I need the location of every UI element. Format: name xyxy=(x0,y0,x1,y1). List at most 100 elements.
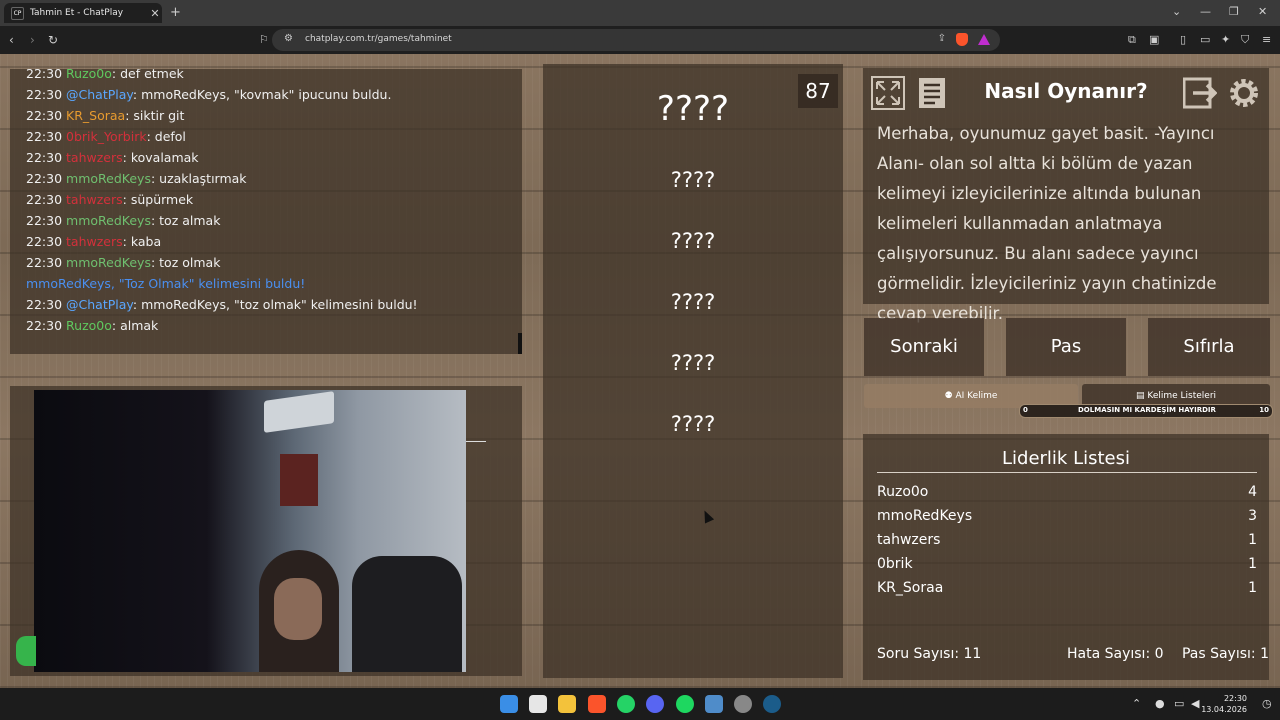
gaming-chair xyxy=(352,556,462,672)
chat-line: 22:30 mmoRedKeys: toz olmak xyxy=(26,255,221,270)
file-explorer-icon[interactable] xyxy=(558,695,576,713)
brave-rewards-icon[interactable] xyxy=(978,34,990,45)
bookmark-icon[interactable]: ⚐ xyxy=(259,33,269,46)
taskbar: ⌃ ● ▭ ◀ 22:30 13.04.2026 ◷ xyxy=(0,688,1280,720)
chat-system-message: mmoRedKeys, "Toz Olmak" kelimesini buldu… xyxy=(26,276,306,291)
chat-line: 22:30 @ChatPlay: mmoRedKeys, "kovmak" ipu… xyxy=(26,87,392,102)
chat-username: tahwzers xyxy=(66,150,123,165)
next-button[interactable]: Sonraki xyxy=(864,318,984,376)
address-bar[interactable]: ⚐ ⚙ chatplay.com.tr/games/tahminet ⇪ xyxy=(259,29,1000,51)
share-icon[interactable]: ⇪ xyxy=(938,33,946,44)
chat-line: 22:30 tahwzers: süpürmek xyxy=(26,192,194,207)
close-tab-icon[interactable]: ✕ xyxy=(148,7,162,20)
brave-browser-icon[interactable] xyxy=(588,695,606,713)
discord-icon[interactable] xyxy=(646,695,664,713)
chat-line: 22:30 KR_Soraa: siktir git xyxy=(26,108,185,123)
menu-icon[interactable]: ≡ xyxy=(1262,33,1271,46)
forbidden-word: ???? xyxy=(670,412,716,436)
chat-line: 22:30 mmoRedKeys: toz almak xyxy=(26,213,221,228)
new-tab-icon[interactable]: + xyxy=(170,5,181,20)
whatsapp-icon[interactable] xyxy=(617,695,635,713)
app-icon[interactable] xyxy=(705,695,723,713)
air-conditioner xyxy=(264,391,334,433)
chatplay-favicon-icon: CP xyxy=(11,6,24,20)
progress-max: 10 xyxy=(1259,406,1269,414)
media-icon[interactable]: ▭ xyxy=(1200,33,1210,46)
steam-icon[interactable] xyxy=(763,695,781,713)
error-count: Hata Sayısı: 0 xyxy=(1067,646,1164,662)
chat-username: mmoRedKeys xyxy=(66,213,151,228)
chat-line: 22:30 Ruzo0o: def etmek xyxy=(26,69,184,81)
timer: 87 xyxy=(798,74,838,108)
webcam-panel xyxy=(10,386,522,676)
network-icon[interactable]: ▭ xyxy=(1174,697,1184,710)
start-icon[interactable] xyxy=(500,695,518,713)
chat-line: 22:30 0brik_Yorbirk: defol xyxy=(26,129,186,144)
game-page: 22:30 Ruzo0o: def etmek 22:30 @ChatPlay: m… xyxy=(0,54,1280,688)
reset-button[interactable]: Sıfırla xyxy=(1148,318,1270,376)
word-panel: ???? ???? ???? ???? ???? ???? xyxy=(543,64,843,678)
word-lists-label: Kelime Listeleri xyxy=(1147,391,1217,401)
brave-shields-icon[interactable] xyxy=(956,33,968,46)
sidebar-icon[interactable]: ▯ xyxy=(1180,33,1186,46)
forbidden-word: ???? xyxy=(670,290,716,314)
list-icon: ▤ xyxy=(1135,391,1145,401)
chat-username: mmoRedKeys xyxy=(66,255,151,270)
forbidden-word: ???? xyxy=(670,168,716,192)
chat-line: 22:30 tahwzers: kovalamak xyxy=(26,150,199,165)
exit-icon[interactable] xyxy=(1183,76,1217,110)
clock-date: 13.04.2026 xyxy=(1201,705,1247,714)
task-view-icon[interactable] xyxy=(529,695,547,713)
wall-poster xyxy=(280,454,318,506)
chat-panel: 22:30 Ruzo0o: def etmek 22:30 @ChatPlay: m… xyxy=(10,69,522,354)
url-text[interactable]: chatplay.com.tr/games/tahminet xyxy=(305,34,452,44)
divider xyxy=(466,441,486,442)
progress-bar: 0 DOLMASIN MI KARDEŞİM HAYIRDIR 10 xyxy=(1019,404,1273,418)
clock[interactable]: 22:30 13.04.2026 xyxy=(1201,693,1247,715)
forbidden-word: ???? xyxy=(670,229,716,253)
microphone-icon[interactable]: ● xyxy=(1155,697,1165,710)
site-info-icon[interactable]: ⚙ xyxy=(284,33,293,44)
vpn-icon[interactable]: ⛉ xyxy=(1241,33,1249,47)
pass-count: Pas Sayısı: 1 xyxy=(1181,646,1269,662)
reload-icon[interactable]: ↻ xyxy=(48,33,58,47)
browser-tab[interactable]: CP Tahmin Et - ChatPlay ✕ xyxy=(4,3,162,23)
maximize-icon[interactable]: ❐ xyxy=(1229,5,1239,18)
leo-ai-icon[interactable]: ✦ xyxy=(1221,33,1230,46)
settings-gear-icon[interactable] xyxy=(1227,76,1261,110)
chat-username: 0brik_Yorbirk xyxy=(66,129,147,144)
chat-username: @ChatPlay xyxy=(66,297,133,312)
close-window-icon[interactable]: ✕ xyxy=(1258,5,1267,18)
tray-chevron-icon[interactable]: ⌃ xyxy=(1132,697,1141,710)
tab-title: Tahmin Et - ChatPlay xyxy=(30,8,124,18)
browser-toolbar: ‹ › ↻ ⚐ ⚙ chatplay.com.tr/games/tahminet… xyxy=(0,26,1280,54)
back-icon[interactable]: ‹ xyxy=(9,33,14,47)
wallet-icon[interactable]: ▣ xyxy=(1149,33,1159,46)
tab-search-icon[interactable]: ⌄ xyxy=(1172,5,1181,18)
chat-line: 22:30 tahwzers: kaba xyxy=(26,234,162,249)
chat-line: 22:30 mmoRedKeys: uzaklaştırmak xyxy=(26,171,247,186)
chat-scrollbar[interactable] xyxy=(518,333,522,354)
chat-username: Ruzo0o xyxy=(66,69,112,81)
forbidden-word: ???? xyxy=(670,351,716,375)
leaderboard-title: Liderlik Listesi xyxy=(1002,448,1130,469)
help-panel: Nasıl Oynanır? Merhaba, oyunumuz gayet b… xyxy=(863,68,1269,323)
volume-icon[interactable]: ◀ xyxy=(1191,697,1199,710)
chat-username: tahwzers xyxy=(66,234,123,249)
minimize-icon[interactable]: — xyxy=(1200,5,1211,18)
green-badge-icon xyxy=(16,636,36,666)
forward-icon[interactable]: › xyxy=(30,33,35,47)
spotify-icon[interactable] xyxy=(676,695,694,713)
leaderboard-panel: Liderlik Listesi Ruzo0o 4 mmoRedKeys 3 tah… xyxy=(863,434,1269,680)
webcam-video xyxy=(34,390,466,672)
chat-line: 22:30 @ChatPlay: mmoRedKeys, "toz olmak" … xyxy=(26,297,418,312)
chat-username: Ruzo0o xyxy=(66,318,112,333)
pass-button[interactable]: Pas xyxy=(1006,318,1126,376)
robot-icon: ⚉ xyxy=(944,391,953,401)
extensions-icon[interactable]: ⧉ xyxy=(1128,33,1136,47)
notification-icon[interactable]: ◷ xyxy=(1262,697,1272,710)
chat-username: @ChatPlay xyxy=(66,87,133,102)
browser-tab-strip: CP Tahmin Et - ChatPlay ✕ + ⌄ — ❐ ✕ xyxy=(0,0,1280,26)
chat-username: KR_Soraa xyxy=(66,108,126,123)
obs-icon[interactable] xyxy=(734,695,752,713)
